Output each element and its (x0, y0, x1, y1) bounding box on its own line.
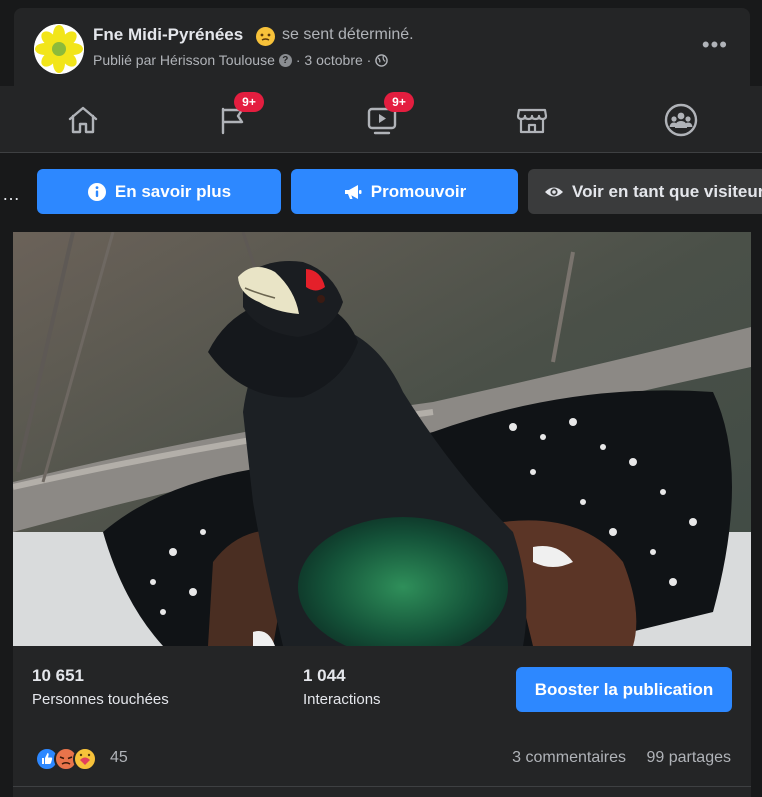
interactions-value: 1 044 (303, 666, 346, 685)
promote-label: Promouvoir (370, 181, 467, 201)
post-meta: Publié par Hérisson Toulouse ? · 3 octob… (93, 52, 389, 68)
actions-overflow-button[interactable]: … (2, 184, 20, 205)
reactions-bar: 45 3 commentaires 99 partages (13, 732, 751, 787)
feeling-text: se sent déterminé. (282, 26, 414, 43)
post-header: Fne Midi-Pyrénées se sent déterminé. Pub… (14, 8, 750, 86)
boost-post-button[interactable]: Booster la publication (516, 667, 732, 712)
post-date-link[interactable]: · 3 octobre · (296, 52, 371, 68)
help-icon[interactable]: ? (278, 53, 292, 67)
globe-icon (375, 53, 389, 67)
more-options-button[interactable]: ••• (702, 32, 728, 58)
nav-pages[interactable]: 9+ (212, 92, 264, 140)
nav-groups[interactable] (661, 100, 701, 140)
page-name-link[interactable]: Fne Midi-Pyrénées (93, 25, 243, 45)
eye-icon (545, 187, 563, 196)
reaction-icons[interactable] (35, 747, 105, 771)
home-icon (68, 106, 98, 134)
published-by-text: Publié par Hérisson Toulouse (93, 52, 275, 68)
nav-watch[interactable]: 9+ (362, 92, 414, 140)
post-footer (13, 787, 751, 797)
shares-count-link[interactable]: 99 partages (646, 749, 731, 767)
info-icon (87, 182, 106, 201)
learn-more-button[interactable]: En savoir plus (37, 169, 281, 214)
reach-label: Personnes touchées (32, 691, 169, 708)
reaction-count[interactable]: 45 (110, 749, 128, 767)
view-as-visitor-label: Voir en tant que visiteur (572, 181, 762, 201)
page-nav-bar: 9+ 9+ (0, 86, 762, 153)
learn-more-label: En savoir plus (114, 181, 232, 201)
care-reaction-icon (73, 747, 97, 771)
shop-icon (516, 108, 548, 134)
reach-value: 10 651 (32, 666, 84, 685)
promote-button[interactable]: Promouvoir (291, 169, 518, 214)
nav-home[interactable] (63, 100, 103, 140)
view-as-visitor-button[interactable]: Voir en tant que visiteur (528, 169, 762, 214)
determined-emoji-icon (256, 27, 275, 46)
groups-icon (664, 103, 698, 137)
nav-marketplace[interactable] (512, 100, 552, 140)
comments-count-link[interactable]: 3 commentaires (512, 749, 626, 767)
interactions-label: Interactions (303, 691, 381, 708)
page-actions: … En savoir plus Promouvoir Voir en tant… (0, 153, 762, 231)
post-insights: 10 651 Personnes touchées 1 044 Interact… (13, 646, 751, 733)
pages-notification-badge: 9+ (234, 92, 264, 112)
post-photo[interactable] (13, 232, 751, 646)
watch-notification-badge: 9+ (384, 92, 414, 112)
page-avatar[interactable] (34, 24, 84, 74)
megaphone-icon (344, 184, 362, 199)
